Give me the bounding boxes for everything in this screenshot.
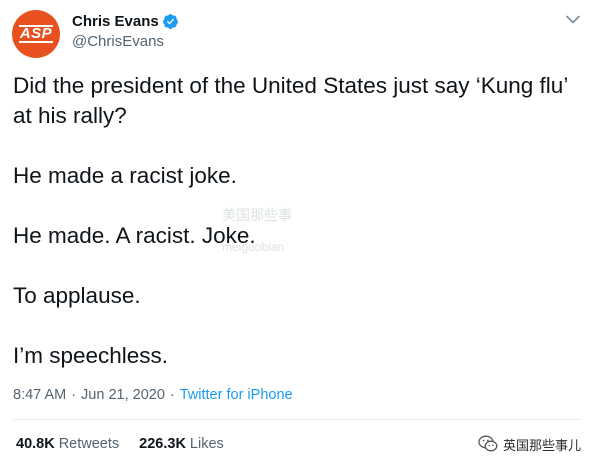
display-name[interactable]: Chris Evans	[72, 13, 159, 30]
retweets-label: Retweets	[58, 436, 120, 452]
author-block: Chris Evans @ChrisEvans	[72, 10, 179, 52]
verified-badge-icon	[162, 13, 179, 30]
handle[interactable]: @ChrisEvans	[72, 32, 179, 52]
chevron-down-icon[interactable]	[564, 10, 582, 28]
likes-label: Likes	[189, 436, 224, 452]
tweet-paragraph: He made a racist joke.	[13, 163, 237, 188]
tweet-paragraph: I’m speechless.	[13, 343, 169, 368]
engagement-stats: 40.8K Retweets 226.3K Likes	[16, 434, 244, 454]
tweet-paragraph: To applause.	[13, 283, 141, 308]
avatar-logo-text: ASP	[18, 25, 54, 43]
meta-separator: ·	[71, 387, 77, 403]
meta-separator: ·	[169, 387, 175, 403]
retweets-stat[interactable]: 40.8K Retweets	[16, 436, 119, 452]
likes-stat[interactable]: 226.3K Likes	[139, 436, 224, 452]
name-row: Chris Evans	[72, 10, 179, 32]
watermark-subtext: meiguobian	[222, 240, 285, 254]
likes-count: 226.3K	[139, 436, 186, 452]
tweet-meta: 8:47 AM · Jun 21, 2020 · Twitter for iPh…	[13, 385, 293, 405]
tweet-time[interactable]: 8:47 AM	[13, 387, 66, 403]
tweet-paragraph: Did the president of the United States j…	[13, 73, 568, 128]
divider	[13, 419, 581, 420]
wechat-icon	[478, 435, 498, 453]
tweet-card: ASP Chris Evans @ChrisEvans Did the pres…	[0, 0, 594, 466]
tweet-date[interactable]: Jun 21, 2020	[81, 387, 165, 403]
wechat-account-label: 英国那些事儿	[502, 437, 581, 453]
avatar[interactable]: ASP	[12, 10, 60, 58]
retweets-count: 40.8K	[16, 436, 55, 452]
tweet-text: Did the president of the United States j…	[13, 71, 583, 371]
tweet-source-link[interactable]: Twitter for iPhone	[180, 387, 293, 403]
wechat-watermark: 英国那些事儿	[478, 434, 581, 454]
tweet-paragraph: He made. A racist. Joke.	[13, 223, 256, 248]
